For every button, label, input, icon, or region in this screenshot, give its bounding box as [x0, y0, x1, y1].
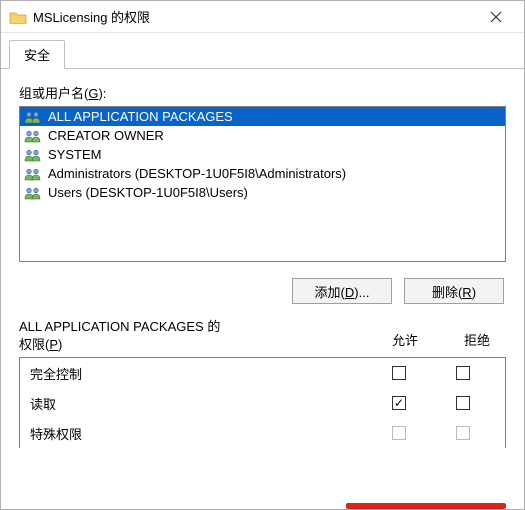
- principals-list[interactable]: ALL APPLICATION PACKAGES CREATOR OWNER SYS…: [19, 106, 506, 262]
- groups-label: 组或用户名(G):: [19, 83, 506, 102]
- remove-button[interactable]: 删除(R): [404, 278, 504, 304]
- list-item[interactable]: SYSTEM: [20, 145, 505, 164]
- list-item-label: Users (DESKTOP-1U0F5I8\Users): [48, 185, 248, 200]
- tabs: 安全: [1, 33, 524, 69]
- window-title: MSLicensing 的权限: [33, 7, 476, 26]
- folder-icon: [9, 10, 27, 24]
- users-icon: [24, 186, 42, 200]
- permissions-table: 完全控制读取 ✓ 特殊权限: [19, 357, 506, 448]
- deny-checkbox[interactable]: [456, 366, 470, 380]
- table-row: 读取 ✓: [20, 388, 505, 418]
- list-buttons: 添加(D)... 删除(R): [19, 278, 504, 304]
- users-icon: [24, 167, 42, 181]
- tab-security[interactable]: 安全: [9, 40, 65, 69]
- list-item-label: Administrators (DESKTOP-1U0F5I8\Administ…: [48, 166, 346, 181]
- users-icon: [24, 148, 42, 162]
- users-icon: [24, 129, 42, 143]
- list-item[interactable]: Administrators (DESKTOP-1U0F5I8\Administ…: [20, 164, 505, 183]
- deny-checkbox[interactable]: [456, 396, 470, 410]
- deny-column-header: 拒绝: [464, 330, 490, 349]
- table-row: 完全控制: [20, 358, 505, 388]
- list-item[interactable]: Users (DESKTOP-1U0F5I8\Users): [20, 183, 505, 202]
- permission-name: 读取: [30, 394, 367, 413]
- red-highlight-strip: [346, 503, 506, 509]
- permission-name: 完全控制: [30, 364, 367, 383]
- permission-name: 特殊权限: [30, 424, 367, 443]
- list-item[interactable]: CREATOR OWNER: [20, 126, 505, 145]
- list-item-label: CREATOR OWNER: [48, 128, 164, 143]
- list-item-label: SYSTEM: [48, 147, 101, 162]
- list-item[interactable]: ALL APPLICATION PACKAGES: [20, 107, 505, 126]
- tab-body: 组或用户名(G): ALL APPLICATION PACKAGES CREATO…: [1, 69, 524, 509]
- allow-column-header: 允许: [392, 330, 418, 349]
- titlebar: MSLicensing 的权限: [1, 1, 524, 33]
- allow-checkbox[interactable]: [392, 366, 406, 380]
- permissions-dialog: MSLicensing 的权限 安全 组或用户名(G): ALL APPLICA…: [0, 0, 525, 510]
- allow-checkbox: [392, 426, 406, 440]
- add-button[interactable]: 添加(D)...: [292, 278, 392, 304]
- list-item-label: ALL APPLICATION PACKAGES: [48, 109, 233, 124]
- allow-checkbox[interactable]: ✓: [392, 396, 406, 410]
- permissions-for-label: ALL APPLICATION PACKAGES 的 权限(P): [19, 318, 392, 353]
- close-button[interactable]: [476, 3, 516, 31]
- deny-checkbox: [456, 426, 470, 440]
- permissions-header: ALL APPLICATION PACKAGES 的 权限(P) 允许 拒绝: [19, 318, 506, 353]
- users-icon: [24, 110, 42, 124]
- table-row: 特殊权限: [20, 418, 505, 448]
